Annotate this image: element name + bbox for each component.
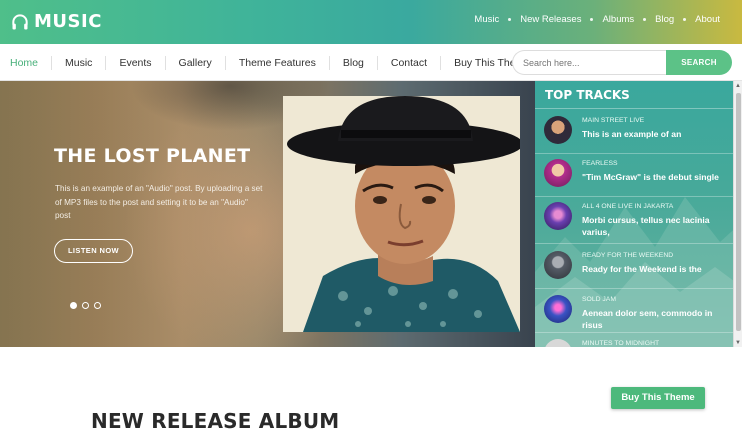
track-item[interactable]: FEARLESS "Tim McGraw" is the debut singl… (535, 152, 733, 197)
track-thumbnail (544, 116, 572, 144)
hero-title: THE LOST PLANET (54, 145, 251, 167)
track-thumbnail (544, 339, 572, 347)
separator-dot (643, 18, 647, 21)
hero-slider: THE LOST PLANET This is an example of an… (0, 81, 535, 347)
track-item[interactable]: READY FOR THE WEEKEND Ready for the Week… (535, 244, 733, 289)
nav-gallery[interactable]: Gallery (164, 55, 225, 70)
track-item[interactable]: MINUTES TO MIDNIGHT (535, 332, 733, 347)
nav-blog[interactable]: Blog (328, 55, 377, 70)
track-thumbnail (544, 251, 572, 279)
artist-portrait-image (283, 96, 520, 332)
tracks-scrollbar[interactable]: ▲ ▼ (733, 81, 742, 347)
search-form: SEARCH (512, 50, 732, 75)
track-title: Aenean dolor sem, commodo in risus (582, 308, 713, 330)
nav-events[interactable]: Events (105, 55, 164, 70)
track-title: "Tim McGraw" is the debut single (582, 172, 719, 182)
scroll-down-icon[interactable]: ▼ (735, 340, 741, 346)
track-album: MINUTES TO MIDNIGHT (582, 340, 660, 347)
buy-this-theme-button[interactable]: Buy This Theme (611, 387, 705, 409)
slider-dot-1[interactable] (70, 302, 77, 309)
slider-dots (70, 302, 106, 309)
section-heading: NEW RELEASE ALBUM (91, 409, 340, 433)
track-thumbnail (544, 295, 572, 323)
top-nav-new-releases[interactable]: New Releases (520, 14, 581, 25)
top-tracks-panel: TOP TRACKS MAIN STREET LIVE This is an e… (535, 81, 742, 347)
track-album: MAIN STREET LIVE (582, 117, 645, 124)
top-nav-about[interactable]: About (695, 14, 720, 25)
headphones-icon (12, 13, 28, 29)
listen-now-button[interactable]: LISTEN NOW (54, 239, 133, 263)
artist-photo (283, 96, 520, 332)
hero-description: This is an example of an "Audio" post. B… (55, 184, 263, 220)
track-thumbnail (544, 202, 572, 230)
slider-dot-2[interactable] (82, 302, 89, 309)
nav-music[interactable]: Music (51, 55, 105, 70)
separator-dot (683, 18, 687, 21)
track-title: Ready for the Weekend is the (582, 264, 702, 274)
separator-dot (508, 18, 512, 21)
top-header: MUSIC Music New Releases Albums Blog Abo… (0, 0, 742, 44)
search-button[interactable]: SEARCH (666, 50, 732, 75)
nav-theme-features[interactable]: Theme Features (224, 55, 329, 70)
brand-name: MUSIC (34, 11, 102, 32)
top-nav-blog[interactable]: Blog (655, 14, 674, 25)
track-item[interactable]: SOLD JAM Aenean dolor sem, commodo in ri… (535, 288, 733, 333)
top-nav-albums[interactable]: Albums (602, 14, 634, 25)
main-menu: Home Music Events Gallery Theme Features… (0, 44, 543, 81)
top-nav-music[interactable]: Music (474, 14, 499, 25)
nav-contact[interactable]: Contact (376, 55, 440, 70)
scrollbar-thumb[interactable] (736, 93, 741, 331)
slider-dot-3[interactable] (94, 302, 101, 309)
top-nav: Music New Releases Albums Blog About (474, 14, 720, 25)
track-item[interactable]: MAIN STREET LIVE This is an example of a… (535, 109, 733, 154)
track-title: Morbi cursus, tellus nec lacinia varius, (582, 215, 710, 237)
top-tracks-title: TOP TRACKS (545, 88, 630, 102)
main-nav: Home Music Events Gallery Theme Features… (0, 44, 742, 81)
track-title: This is an example of an (582, 129, 682, 139)
track-album: SOLD JAM (582, 296, 616, 303)
track-item[interactable]: ALL 4 ONE LIVE IN JAKARTA Morbi cursus, … (535, 195, 733, 244)
search-input[interactable] (512, 50, 666, 75)
track-album: READY FOR THE WEEKEND (582, 252, 674, 259)
nav-home[interactable]: Home (0, 56, 51, 70)
scroll-up-icon[interactable]: ▲ (735, 83, 741, 89)
track-thumbnail (544, 159, 572, 187)
logo[interactable]: MUSIC (10, 11, 102, 32)
track-album: FEARLESS (582, 160, 618, 167)
track-album: ALL 4 ONE LIVE IN JAKARTA (582, 203, 674, 210)
separator-dot (590, 18, 594, 21)
